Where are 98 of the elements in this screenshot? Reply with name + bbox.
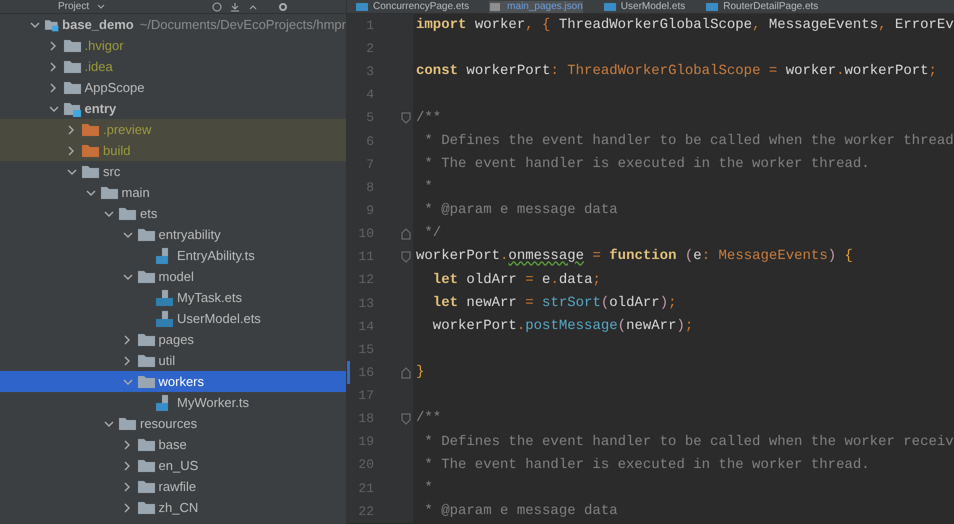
tree-row[interactable]: MyWorker.ts [0,392,346,413]
tree-item-label: entryability [158,226,221,244]
tree-item-label: zh_CN [158,498,198,517]
tree-item-label: UserModel.ets [177,310,261,328]
tree-item-label: entry [84,100,116,118]
folder-icon [82,122,100,138]
tree-row[interactable]: base_demo ~/Documents/DevEcoProjects/hmpr [0,14,346,35]
code-line: */ [423,224,442,244]
folder-icon [64,38,82,54]
folder-icon [138,268,156,284]
project-path: ~/Documents/DevEcoProjects/hmpr [140,16,346,34]
tree-row[interactable]: .idea [0,56,346,77]
tree-item-label: ets [140,204,158,223]
tree-item-label: pages [158,330,194,349]
code-line: * [423,478,433,498]
tree-row[interactable]: entryability [0,224,346,245]
folder-icon [138,478,156,494]
tree-row[interactable]: entry [0,98,346,119]
code-line: const workerPort: ThreadWorkerGlobalScope = worker.workerPort; [415,62,937,82]
tree-row[interactable]: rawfile [0,476,346,497]
folder-icon [82,142,100,158]
code-line: * @param e message data [423,502,618,522]
tree-item-label: resources [140,414,198,433]
editor-tab[interactable]: RouterDetailPage.ets [705,0,818,12]
tree-item-label: util [158,352,176,370]
tree-row[interactable]: ets [0,203,346,224]
tree-row[interactable]: resources [0,413,346,434]
tree-item-label: .idea [84,58,113,76]
tree-item-label: .hvigor [84,36,124,55]
code-line: workerPort.onmessage = function (e: MessageEvents) { [415,247,853,266]
tree-row[interactable]: pages [0,329,346,350]
folder-icon [138,352,156,368]
folder-icon [64,80,82,96]
tree-row[interactable]: MyTask.ets [0,287,346,308]
editor-tab[interactable]: ConcurrencyPage.ets [355,0,470,12]
caret-icon[interactable] [97,4,106,10]
fold-icon[interactable] [401,412,411,425]
module-folder-icon [64,100,82,116]
tree-item-label: main [122,184,150,202]
tree-item-label: EntryAbility.ts [177,246,255,265]
folder-icon [138,500,156,516]
code-line: } [415,363,424,382]
tree-item-label: rawfile [158,478,196,496]
code-line: * [423,178,433,198]
folder-icon [138,226,156,242]
folder-icon [138,374,156,390]
tree-row[interactable]: UserModel.ets [0,308,346,329]
folder-icon [119,416,137,432]
fold-icon[interactable] [401,112,411,124]
code-line: /** [415,409,442,428]
fold-icon[interactable] [401,250,411,263]
panel-title[interactable]: Project [58,0,90,12]
code-line: * @param e message data [423,201,618,220]
excluded-tree-row[interactable]: .preview [0,119,346,140]
tree-item-label: AppScope [84,78,144,97]
tree-row[interactable]: zh_CN [0,497,346,518]
tree-item-label: workers [158,372,204,391]
fold-icon[interactable] [401,228,411,240]
tree-row[interactable]: main [0,182,346,203]
code-line: workerPort.postMessage(newArr); [432,316,694,336]
tree-row[interactable]: model [0,266,346,287]
editor-tab[interactable]: main_pages.json [489,0,583,12]
folder-icon [119,206,137,222]
folder-icon [82,164,100,180]
excluded-tree-row[interactable]: build [0,140,346,161]
code-line: /** [415,108,442,128]
selected-tree-row[interactable]: workers [0,371,346,392]
tree-item-label: MyTask.ets [177,288,242,307]
tree-item-label: build [103,142,130,160]
tree-row[interactable]: src [0,161,346,182]
download-icon[interactable] [230,2,240,12]
folder-icon [100,184,118,200]
tree-row[interactable]: util [0,350,346,371]
folder-icon [138,332,156,348]
code-line: * Defines the event handler to be called when the worker receiv [423,432,954,452]
folder-icon [138,458,156,474]
folder-icon [138,436,156,452]
tree-item-label: MyWorker.ts [177,394,249,412]
editor-tab[interactable]: UserModel.ets [602,0,686,12]
tree-item-label: model [158,268,194,286]
tree-item-label: base [158,436,187,454]
code-line: let newArr = strSort(oldArr); [432,294,676,313]
code-line: import worker, { ThreadWorkerGlobalScope, MessageEvents, ErrorEv [415,16,954,36]
tree-item-label: .preview [103,120,152,139]
code-line: let oldArr = e.data; [432,270,601,290]
fold-icon[interactable] [401,366,411,379]
tree-item-label: base_demo [62,16,134,34]
tree-item-label: en_US [158,456,198,475]
code-line: * The event handler is executed in the worker thread. [423,456,870,475]
tree-item-label: src [103,162,120,181]
tree-row[interactable]: en_US [0,455,346,476]
tree-row[interactable]: EntryAbility.ts [0,245,346,266]
tree-row[interactable]: .hvigor [0,35,346,56]
folder-icon [64,58,82,74]
code-line: * Defines the event handler to be called when the worker thread [423,132,954,151]
tree-row[interactable]: AppScope [0,77,346,98]
code-line: * The event handler is executed in the worker thread. [423,154,870,174]
tree-row[interactable]: base [0,434,346,455]
